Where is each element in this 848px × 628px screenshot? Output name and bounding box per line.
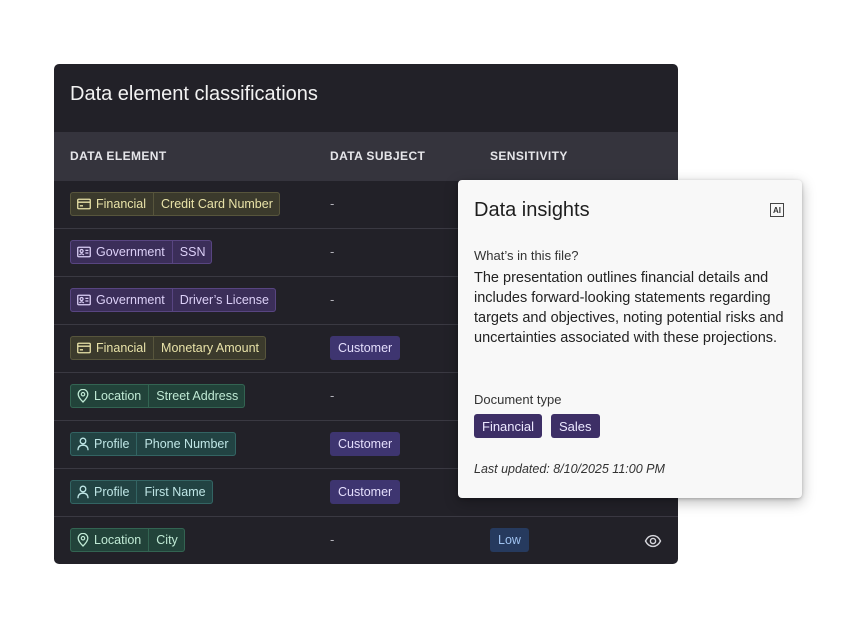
column-header-data-element[interactable]: DATA ELEMENT	[70, 149, 167, 163]
category-label: Location	[94, 389, 142, 403]
category-label: Profile	[94, 485, 130, 499]
data-element-name: Street Address	[156, 389, 239, 403]
data-subject-badge: Customer	[330, 432, 401, 456]
data-subject-empty: -	[330, 532, 335, 547]
document-type-tag: Sales	[551, 414, 600, 438]
data-subject-badge: Customer	[330, 480, 401, 504]
document-type-tag: Financial	[474, 414, 543, 438]
category-label: Government	[96, 245, 165, 259]
id-card-icon	[77, 246, 91, 258]
person-icon	[77, 485, 89, 499]
category-label: Financial	[96, 341, 147, 355]
data-subject-empty: -	[330, 292, 335, 307]
data-element-chip[interactable]: Financial Monetary Amount	[70, 336, 266, 360]
ai-icon: AI	[770, 203, 784, 217]
last-updated: Last updated: 8/10/2025 11:00 PM	[474, 462, 665, 476]
data-element-chip[interactable]: Profile Phone Number	[70, 432, 236, 456]
location-pin-icon	[77, 533, 89, 547]
panel-title: Data element classifications	[70, 83, 318, 105]
data-element-chip[interactable]: Financial Credit Card Number	[70, 192, 280, 216]
card-icon	[77, 342, 91, 354]
data-subject-empty: -	[330, 388, 335, 403]
category-segment: Location	[70, 384, 148, 408]
data-subject-empty: -	[330, 196, 335, 211]
table-header: DATA ELEMENT DATA SUBJECT SENSITIVITY	[54, 132, 678, 181]
data-element-chip[interactable]: Government Driver’s License	[70, 288, 276, 312]
category-segment: Government	[70, 288, 172, 312]
category-label: Location	[94, 533, 142, 547]
category-label: Government	[96, 293, 165, 307]
data-element-chip[interactable]: Location City	[70, 528, 185, 552]
data-element-chip[interactable]: Profile First Name	[70, 480, 213, 504]
eye-icon[interactable]	[644, 532, 662, 550]
sensitivity-badge: Low	[490, 528, 529, 552]
data-subject-empty: -	[330, 244, 335, 259]
data-element-chip[interactable]: Government SSN	[70, 240, 213, 264]
id-card-icon	[77, 294, 91, 306]
question-label: What’s in this file?	[474, 248, 579, 263]
category-segment: Financial	[70, 336, 153, 360]
category-segment: Profile	[70, 480, 136, 504]
data-element-name: First Name	[144, 485, 206, 499]
category-label: Profile	[94, 437, 130, 451]
data-element-name: SSN	[179, 245, 206, 259]
data-element-name: Credit Card Number	[161, 197, 273, 211]
document-type-label: Document type	[474, 392, 562, 407]
category-segment: Profile	[70, 432, 136, 456]
column-header-sensitivity[interactable]: SENSITIVITY	[490, 149, 568, 163]
data-element-chip[interactable]: Location Street Address	[70, 384, 246, 408]
category-segment: Location	[70, 528, 148, 552]
popup-title: Data insights	[474, 199, 590, 221]
location-pin-icon	[77, 389, 89, 403]
person-icon	[77, 437, 89, 451]
category-segment: Government	[70, 240, 172, 264]
data-subject-badge: Customer	[330, 336, 401, 360]
category-segment: Financial	[70, 192, 153, 216]
category-label: Financial	[96, 197, 147, 211]
data-element-name: City	[156, 533, 178, 547]
column-header-data-subject[interactable]: DATA SUBJECT	[330, 149, 425, 163]
data-element-name: Driver’s License	[179, 293, 269, 307]
file-summary: The presentation outlines financial deta…	[474, 270, 784, 346]
data-element-name: Monetary Amount	[161, 341, 259, 355]
table-row[interactable]: Location City - Low	[54, 517, 678, 564]
data-insights-popup: Data insights AI What’s in this file? Th…	[458, 180, 802, 498]
data-element-name: Phone Number	[144, 437, 229, 451]
card-icon	[77, 198, 91, 210]
